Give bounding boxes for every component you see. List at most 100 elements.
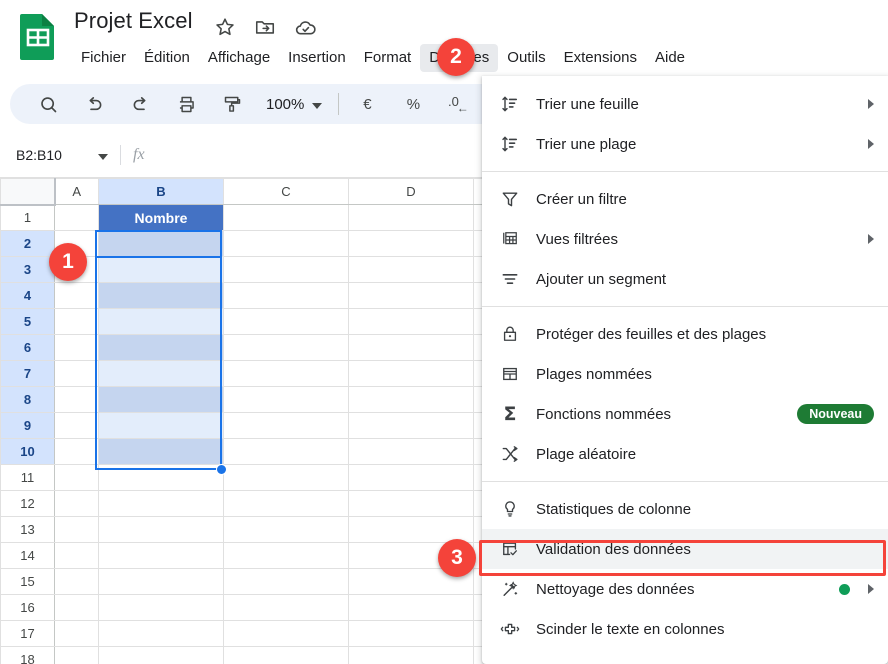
cell-a15[interactable] — [54, 568, 99, 595]
cell-a6[interactable] — [54, 334, 99, 361]
document-title[interactable]: Projet Excel — [74, 8, 193, 34]
cell-c10[interactable] — [223, 438, 349, 465]
cell-d16[interactable] — [348, 594, 474, 621]
menu-fichier[interactable]: Fichier — [72, 44, 135, 72]
cell-c14[interactable] — [223, 542, 349, 569]
menu-item-nettoyage-des-donnees[interactable]: Nettoyage des données — [482, 569, 888, 609]
redo-icon[interactable] — [124, 88, 156, 120]
cell-b12[interactable] — [98, 490, 224, 517]
menu-aide[interactable]: Aide — [646, 44, 694, 72]
cell-b5[interactable] — [98, 308, 224, 335]
cell-c8[interactable] — [223, 386, 349, 413]
row-header-14[interactable]: 14 — [0, 542, 55, 569]
column-header-d[interactable]: D — [348, 178, 474, 205]
cell-d7[interactable] — [348, 360, 474, 387]
cell-a17[interactable] — [54, 620, 99, 647]
zoom-selector[interactable]: 100% — [262, 96, 326, 113]
cell-b18[interactable] — [98, 646, 224, 664]
select-all-corner[interactable] — [0, 178, 56, 206]
cell-b8[interactable] — [98, 386, 224, 413]
cell-a7[interactable] — [54, 360, 99, 387]
cell-b13[interactable] — [98, 516, 224, 543]
paint-format-icon[interactable] — [216, 88, 248, 120]
column-header-a[interactable]: A — [54, 178, 99, 205]
menu-item-scinder-le-texte-en-colonnes[interactable]: Scinder le texte en colonnes — [482, 609, 888, 649]
cell-c7[interactable] — [223, 360, 349, 387]
row-header-9[interactable]: 9 — [0, 412, 55, 439]
cell-b14[interactable] — [98, 542, 224, 569]
cell-c2[interactable] — [223, 230, 349, 257]
cell-b15[interactable] — [98, 568, 224, 595]
cell-c9[interactable] — [223, 412, 349, 439]
percent-format-button[interactable]: % — [397, 88, 429, 120]
cell-a16[interactable] — [54, 594, 99, 621]
search-icon[interactable] — [32, 88, 64, 120]
menu-insertion[interactable]: Insertion — [279, 44, 355, 72]
cell-a11[interactable] — [54, 464, 99, 491]
menu-item-ajouter-un-segment[interactable]: Ajouter un segment — [482, 259, 888, 299]
column-header-b[interactable]: B — [98, 178, 224, 205]
cell-d10[interactable] — [348, 438, 474, 465]
cell-d1[interactable] — [348, 204, 474, 231]
cell-a9[interactable] — [54, 412, 99, 439]
row-header-16[interactable]: 16 — [0, 594, 55, 621]
cell-b6[interactable] — [98, 334, 224, 361]
cell-c13[interactable] — [223, 516, 349, 543]
menu-extensions[interactable]: Extensions — [555, 44, 646, 72]
decimal-decrease-button[interactable]: .0 ← — [443, 88, 475, 120]
cell-d8[interactable] — [348, 386, 474, 413]
row-header-1[interactable]: 1 — [0, 204, 55, 231]
cell-b16[interactable] — [98, 594, 224, 621]
menu-item-plages-nommees[interactable]: Plages nommées — [482, 354, 888, 394]
print-icon[interactable] — [170, 88, 202, 120]
currency-format-button[interactable]: € — [351, 88, 383, 120]
row-header-12[interactable]: 12 — [0, 490, 55, 517]
cell-a18[interactable] — [54, 646, 99, 664]
menu-outils[interactable]: Outils — [498, 44, 554, 72]
cell-a13[interactable] — [54, 516, 99, 543]
column-header-c[interactable]: C — [223, 178, 349, 205]
cell-a8[interactable] — [54, 386, 99, 413]
row-header-2[interactable]: 2 — [0, 230, 55, 257]
cell-b7[interactable] — [98, 360, 224, 387]
menu-item-statistiques-de-colonne[interactable]: Statistiques de colonne — [482, 489, 888, 529]
cloud-saved-icon[interactable] — [294, 16, 316, 38]
row-header-10[interactable]: 10 — [0, 438, 55, 465]
cell-b9[interactable] — [98, 412, 224, 439]
menu-item-creer-un-filtre[interactable]: Créer un filtre — [482, 179, 888, 219]
cell-c6[interactable] — [223, 334, 349, 361]
cell-c12[interactable] — [223, 490, 349, 517]
menu-affichage[interactable]: Affichage — [199, 44, 279, 72]
cell-c15[interactable] — [223, 568, 349, 595]
row-header-8[interactable]: 8 — [0, 386, 55, 413]
menu-item-fonctions-nommees[interactable]: Σ Fonctions nommées Nouveau — [482, 394, 888, 434]
menu-edition[interactable]: Édition — [135, 44, 199, 72]
menu-item-proteger-des-feuilles-et-des-plages[interactable]: Protéger des feuilles et des plages — [482, 314, 888, 354]
row-header-6[interactable]: 6 — [0, 334, 55, 361]
undo-icon[interactable] — [78, 88, 110, 120]
cell-a4[interactable] — [54, 282, 99, 309]
menu-item-vues-filtrees[interactable]: Vues filtrées — [482, 219, 888, 259]
menu-format[interactable]: Format — [355, 44, 421, 72]
cell-d3[interactable] — [348, 256, 474, 283]
row-header-7[interactable]: 7 — [0, 360, 55, 387]
move-to-folder-icon[interactable] — [254, 16, 276, 38]
menu-item-trier-une-plage[interactable]: Trier une plage — [482, 124, 888, 164]
row-header-18[interactable]: 18 — [0, 646, 55, 664]
cell-a5[interactable] — [54, 308, 99, 335]
row-header-15[interactable]: 15 — [0, 568, 55, 595]
row-header-4[interactable]: 4 — [0, 282, 55, 309]
cell-c18[interactable] — [223, 646, 349, 664]
cell-a12[interactable] — [54, 490, 99, 517]
cell-a10[interactable] — [54, 438, 99, 465]
cell-d12[interactable] — [348, 490, 474, 517]
cell-d11[interactable] — [348, 464, 474, 491]
cell-c17[interactable] — [223, 620, 349, 647]
row-header-5[interactable]: 5 — [0, 308, 55, 335]
cell-c1[interactable] — [223, 204, 349, 231]
menu-item-trier-une-feuille[interactable]: Trier une feuille — [482, 84, 888, 124]
cell-d2[interactable] — [348, 230, 474, 257]
cell-b3[interactable] — [98, 256, 224, 283]
cell-b2[interactable] — [98, 230, 224, 257]
cell-b10[interactable] — [98, 438, 224, 465]
